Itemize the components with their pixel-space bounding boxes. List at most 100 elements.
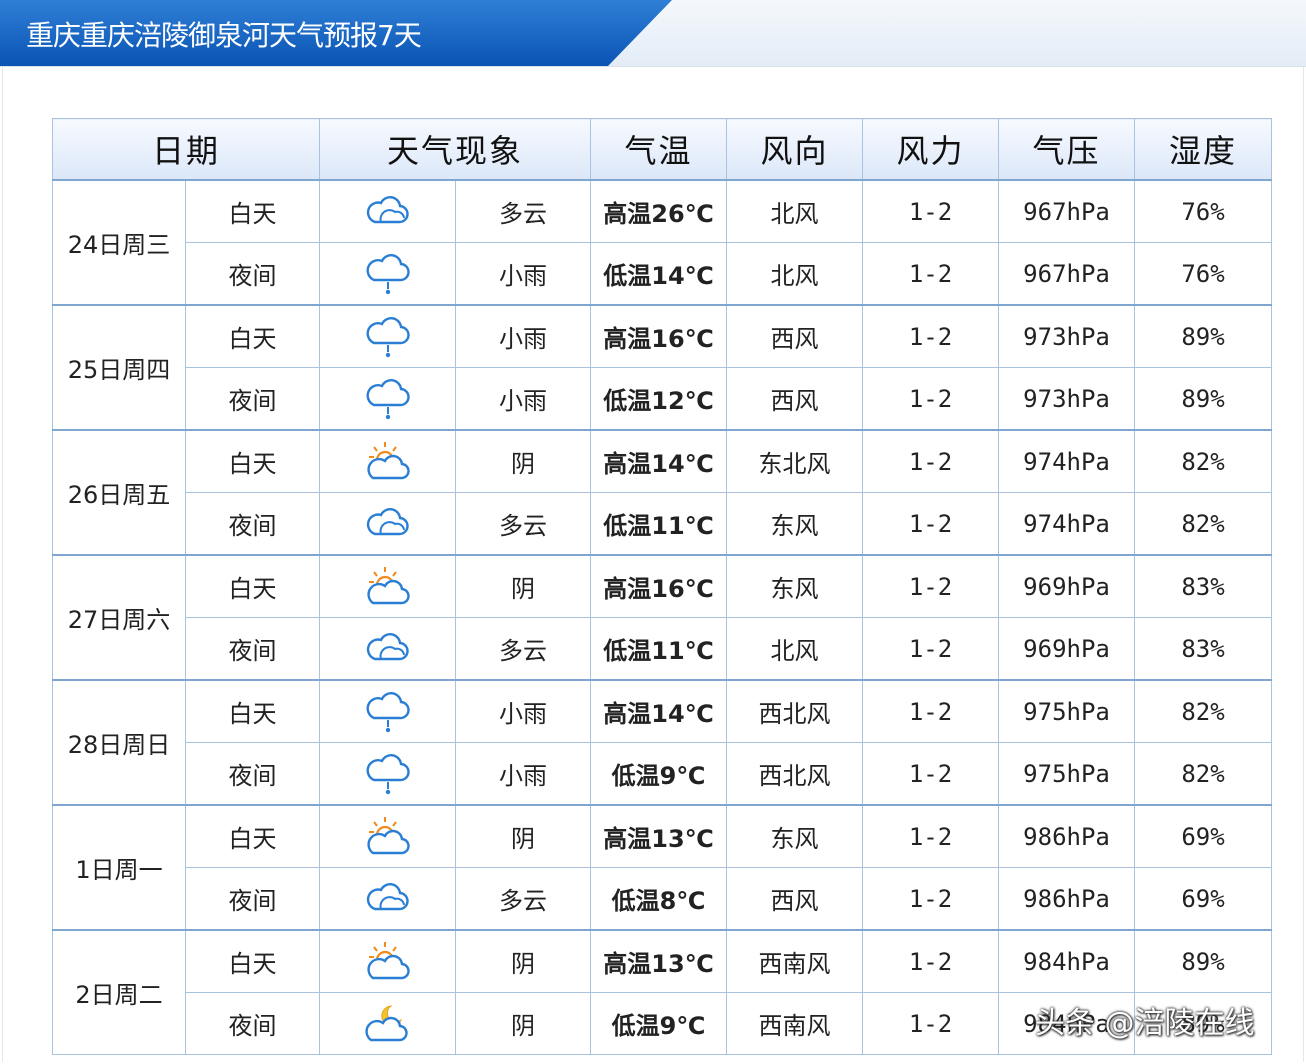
temp-low: 低温9℃ (590, 742, 728, 806)
wind-force: 1-2 (862, 742, 1000, 806)
table-row: 26日周五 白天 阴高温14℃ 东北风 1-2 974hPa 82% (52, 429, 1273, 556)
temp-high: 高温13℃ (590, 929, 728, 993)
weather-text: 阴 (455, 554, 592, 618)
date-cell: 28日周日 (52, 679, 186, 806)
period-cell: 夜间 (184, 367, 321, 431)
humidity: 89% (1134, 304, 1273, 368)
table-header-row: 日期 天气现象 气温 风向 风力 气压 湿度 (51, 118, 1273, 181)
wind-direction: 西南风 (726, 929, 864, 993)
header-date: 日期 (51, 118, 321, 181)
weather-icon-cell (319, 867, 457, 931)
weather-text: 阴 (455, 929, 592, 993)
wind-direction: 东北风 (726, 429, 864, 493)
period-cell: 白天 (184, 429, 321, 493)
sun-cloud-icon (361, 938, 415, 986)
sun-cloud-icon (361, 813, 415, 861)
wind-force: 1-2 (862, 804, 1000, 868)
wind-force: 1-2 (862, 367, 1000, 431)
period-cell: 白天 (184, 554, 321, 618)
watermark: 头条 @涪陵在线 (1035, 1006, 1255, 1041)
pressure: 974hPa (998, 492, 1136, 556)
date-cell: 27日周六 (52, 554, 186, 681)
wind-direction: 东风 (726, 554, 864, 618)
header-humidity: 湿度 (1134, 118, 1273, 181)
weather-text: 阴 (455, 804, 592, 868)
period-cell: 白天 (184, 929, 321, 993)
wind-force: 1-2 (862, 304, 1000, 368)
pressure: 974hPa (998, 429, 1136, 493)
temp-low: 低温12℃ (590, 367, 728, 431)
table-row: 夜间 多云 低温8℃ 西风 1-2 986hPa 69% (53, 867, 1273, 931)
weather-icon-cell (319, 679, 457, 743)
wind-direction: 西北风 (726, 742, 864, 806)
date-cell: 26日周五 (52, 429, 186, 556)
weather-icon-cell (319, 367, 457, 431)
weather-icon-cell (319, 992, 457, 1055)
table-row: 1日周一 白天 阴高温13℃ 东风 1-2 986hPa 69% (52, 804, 1273, 931)
header-wind-direction: 风向 (726, 118, 864, 181)
wind-force: 1-2 (862, 492, 1000, 556)
weather-icon-cell (319, 804, 457, 868)
pressure: 969hPa (998, 554, 1136, 618)
date-cell: 1日周一 (52, 804, 186, 931)
table-row: 夜间 小雨 低温14℃ 北风 1-2 967hPa 76% (53, 242, 1273, 306)
table-row: 夜间 多云 低温11℃ 北风 1-2 969hPa 83% (53, 617, 1273, 681)
wind-force: 1-2 (862, 929, 1000, 993)
pressure: 973hPa (998, 367, 1136, 431)
wind-force: 1-2 (862, 617, 1000, 681)
period-cell: 夜间 (184, 617, 321, 681)
wind-force: 1-2 (862, 992, 1000, 1055)
period-cell: 白天 (184, 679, 321, 743)
table-row: 27日周六 白天 阴高温16℃ 东风 1-2 969hPa 83% (52, 554, 1273, 681)
light-rain-icon (361, 250, 415, 298)
weather-text: 阴 (455, 992, 592, 1055)
weather-text: 多云 (455, 492, 592, 556)
light-rain-icon (361, 313, 415, 361)
header-temperature: 气温 (590, 118, 728, 181)
humidity: 76% (1134, 180, 1273, 243)
wind-force: 1-2 (862, 679, 1000, 743)
pressure: 975hPa (998, 742, 1136, 806)
period-cell: 夜间 (184, 742, 321, 806)
header-pressure: 气压 (998, 118, 1136, 181)
period-cell: 夜间 (184, 242, 321, 306)
humidity: 76% (1134, 242, 1273, 306)
weather-text: 小雨 (455, 742, 592, 806)
weather-icon-cell (319, 617, 457, 681)
header-wind-force: 风力 (862, 118, 1000, 181)
pressure: 975hPa (998, 679, 1136, 743)
weather-text: 阴 (455, 429, 592, 493)
pressure: 986hPa (998, 867, 1136, 931)
pressure: 986hPa (998, 804, 1136, 868)
sun-cloud-icon (361, 438, 415, 486)
temp-high: 高温16℃ (590, 554, 728, 618)
pressure: 967hPa (998, 180, 1136, 243)
weather-icon-cell (319, 492, 457, 556)
temp-low: 低温11℃ (590, 617, 728, 681)
wind-direction: 西风 (726, 367, 864, 431)
wind-direction: 西风 (726, 304, 864, 368)
weather-icon-cell (319, 742, 457, 806)
wind-force: 1-2 (862, 429, 1000, 493)
weather-text: 小雨 (455, 679, 592, 743)
weather-text: 小雨 (455, 242, 592, 306)
wind-direction: 西风 (726, 867, 864, 931)
table-row: 夜间 小雨 低温9℃ 西北风 1-2 975hPa 82% (53, 742, 1273, 806)
humidity: 82% (1134, 429, 1273, 493)
period-cell: 白天 (184, 304, 321, 368)
wind-direction: 东风 (726, 492, 864, 556)
pressure: 973hPa (998, 304, 1136, 368)
period-cell: 夜间 (184, 992, 321, 1055)
weather-text: 多云 (455, 180, 592, 243)
table-row: 夜间 多云 低温11℃ 东风 1-2 974hPa 82% (53, 492, 1273, 556)
temp-low: 低温8℃ (590, 867, 728, 931)
wind-force: 1-2 (862, 554, 1000, 618)
date-cell: 2日周二 (52, 929, 186, 1055)
weather-text: 多云 (455, 617, 592, 681)
weather-text: 多云 (455, 867, 592, 931)
wind-force: 1-2 (862, 180, 1000, 243)
light-rain-icon (361, 750, 415, 798)
temp-high: 高温16℃ (590, 304, 728, 368)
temp-high: 高温13℃ (590, 804, 728, 868)
cloudy-icon (361, 500, 415, 548)
